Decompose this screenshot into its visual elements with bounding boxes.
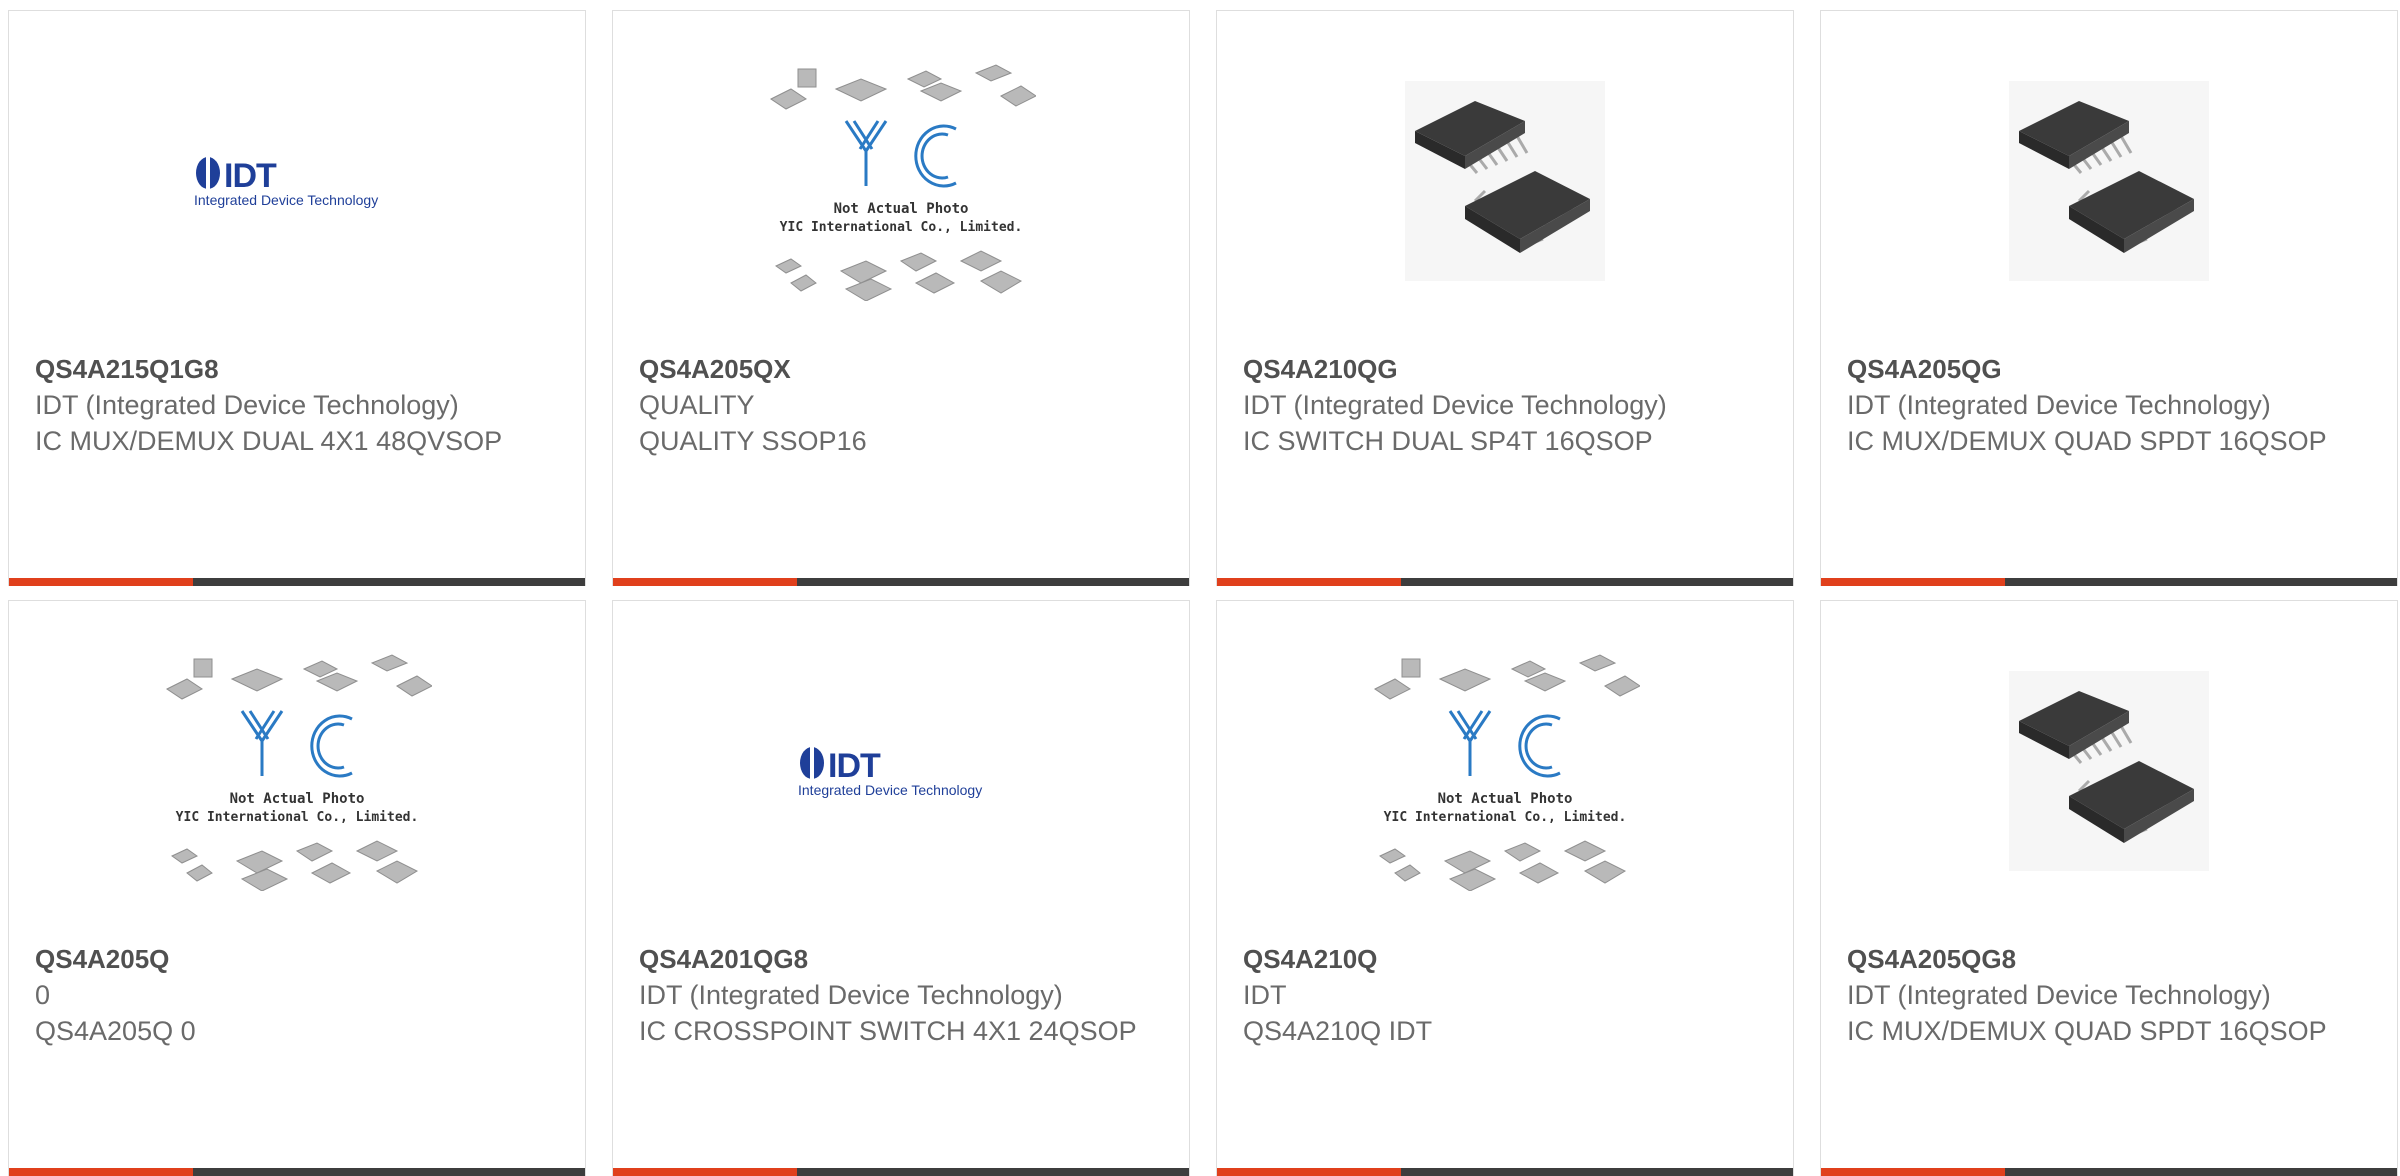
description-text: QUALITY SSOP16 xyxy=(639,426,867,456)
part-number-link[interactable]: QS4A210Q xyxy=(1243,941,1773,977)
manufacturer-text: IDT (Integrated Device Technology) xyxy=(639,980,1063,1010)
product-image[interactable]: IDT Integrated Device Technology xyxy=(9,51,585,311)
description-text: IC MUX/DEMUX DUAL 4X1 48QVSOP xyxy=(35,426,503,456)
product-image[interactable]: IDT Integrated Device Technology xyxy=(613,641,1189,901)
card-bottom-bar xyxy=(1217,578,1793,586)
yic-caption-line2: YIC International Co., Limited. xyxy=(176,810,419,825)
card-bottom-bar xyxy=(613,578,1189,586)
product-info: QS4A210QG IDT (Integrated Device Technol… xyxy=(1243,351,1773,459)
part-number-link[interactable]: QS4A215Q1G8 xyxy=(35,351,565,387)
product-image[interactable]: Not Actual Photo YIC International Co., … xyxy=(1217,641,1793,901)
product-card[interactable]: IDT Integrated Device Technology QS4A201… xyxy=(612,600,1190,1176)
product-card[interactable]: Not Actual Photo YIC International Co., … xyxy=(612,10,1190,586)
idt-logo-image: IDT Integrated Device Technology xyxy=(194,157,378,208)
manufacturer-text: IDT (Integrated Device Technology) xyxy=(1243,390,1667,420)
part-number-link[interactable]: QS4A205QG xyxy=(1847,351,2377,387)
yic-caption-line1: Not Actual Photo xyxy=(834,201,969,217)
card-accent-bar xyxy=(9,1168,193,1176)
product-grid: IDT Integrated Device Technology QS4A215… xyxy=(8,10,2398,1176)
description-text: IC SWITCH DUAL SP4T 16QSOP xyxy=(1243,426,1653,456)
ic-chip-image xyxy=(2009,81,2209,281)
product-info: QS4A201QG8 IDT (Integrated Device Techno… xyxy=(639,941,1169,1049)
part-number-link[interactable]: QS4A205QX xyxy=(639,351,1169,387)
manufacturer-text: IDT xyxy=(1243,980,1287,1010)
product-image[interactable] xyxy=(1217,51,1793,311)
description-text: IC MUX/DEMUX QUAD SPDT 16QSOP xyxy=(1847,426,2327,456)
yic-caption-line2: YIC International Co., Limited. xyxy=(780,220,1023,235)
product-card[interactable]: Not Actual Photo YIC International Co., … xyxy=(1216,600,1794,1176)
product-image[interactable] xyxy=(1821,51,2397,311)
product-image[interactable]: Not Actual Photo YIC International Co., … xyxy=(9,641,585,901)
product-image[interactable]: Not Actual Photo YIC International Co., … xyxy=(613,51,1189,311)
manufacturer-text: IDT (Integrated Device Technology) xyxy=(1847,980,2271,1010)
yic-caption-line2: YIC International Co., Limited. xyxy=(1384,810,1627,825)
card-bottom-bar xyxy=(613,1168,1189,1176)
description-text: IC CROSSPOINT SWITCH 4X1 24QSOP xyxy=(639,1016,1137,1046)
part-number-link[interactable]: QS4A205Q xyxy=(35,941,565,977)
product-card[interactable]: Not Actual Photo YIC International Co., … xyxy=(8,600,586,1176)
yic-placeholder-image: Not Actual Photo YIC International Co., … xyxy=(1374,654,1640,891)
idt-logo-tagline: Integrated Device Technology xyxy=(798,782,982,798)
idt-logo-wordmark: IDT xyxy=(224,157,277,195)
idt-logo-wordmark: IDT xyxy=(828,747,881,785)
part-number-link[interactable]: QS4A210QG xyxy=(1243,351,1773,387)
card-accent-bar xyxy=(613,1168,797,1176)
part-number-link[interactable]: QS4A205QG8 xyxy=(1847,941,2377,977)
product-info: QS4A215Q1G8 IDT (Integrated Device Techn… xyxy=(35,351,565,459)
card-bottom-bar xyxy=(1821,1168,2397,1176)
product-info: QS4A205QG IDT (Integrated Device Technol… xyxy=(1847,351,2377,459)
product-card[interactable]: QS4A205QG8 IDT (Integrated Device Techno… xyxy=(1820,600,2398,1176)
manufacturer-text: IDT (Integrated Device Technology) xyxy=(35,390,459,420)
description-text: QS4A210Q IDT xyxy=(1243,1016,1433,1046)
card-accent-bar xyxy=(613,578,797,586)
idt-logo-image: IDT Integrated Device Technology xyxy=(798,747,982,798)
product-card[interactable]: IDT Integrated Device Technology QS4A215… xyxy=(8,10,586,586)
card-bottom-bar xyxy=(9,578,585,586)
product-card[interactable]: QS4A210QG IDT (Integrated Device Technol… xyxy=(1216,10,1794,586)
manufacturer-text: 0 xyxy=(35,980,51,1010)
card-accent-bar xyxy=(1217,578,1401,586)
card-bottom-bar xyxy=(1217,1168,1793,1176)
product-image[interactable] xyxy=(1821,641,2397,901)
product-info: QS4A205QG8 IDT (Integrated Device Techno… xyxy=(1847,941,2377,1049)
card-accent-bar xyxy=(1217,1168,1401,1176)
product-card[interactable]: QS4A205QG IDT (Integrated Device Technol… xyxy=(1820,10,2398,586)
card-accent-bar xyxy=(1821,578,2005,586)
description-text: IC MUX/DEMUX QUAD SPDT 16QSOP xyxy=(1847,1016,2327,1046)
yic-placeholder-image: Not Actual Photo YIC International Co., … xyxy=(770,64,1036,301)
card-accent-bar xyxy=(9,578,193,586)
yic-caption-line1: Not Actual Photo xyxy=(1438,791,1573,807)
idt-logo-tagline: Integrated Device Technology xyxy=(194,192,378,208)
product-info: QS4A210Q IDT QS4A210Q IDT xyxy=(1243,941,1773,1049)
card-accent-bar xyxy=(1821,1168,2005,1176)
ic-chip-image xyxy=(1405,81,1605,281)
manufacturer-text: IDT (Integrated Device Technology) xyxy=(1847,390,2271,420)
yic-caption-line1: Not Actual Photo xyxy=(230,791,365,807)
description-text: QS4A205Q 0 xyxy=(35,1016,196,1046)
manufacturer-text: QUALITY xyxy=(639,390,755,420)
part-number-link[interactable]: QS4A201QG8 xyxy=(639,941,1169,977)
card-bottom-bar xyxy=(9,1168,585,1176)
ic-chip-image xyxy=(2009,671,2209,871)
yic-placeholder-image: Not Actual Photo YIC International Co., … xyxy=(166,654,432,891)
product-info: QS4A205QX QUALITY QUALITY SSOP16 xyxy=(639,351,1169,459)
card-bottom-bar xyxy=(1821,578,2397,586)
product-info: QS4A205Q 0 QS4A205Q 0 xyxy=(35,941,565,1049)
